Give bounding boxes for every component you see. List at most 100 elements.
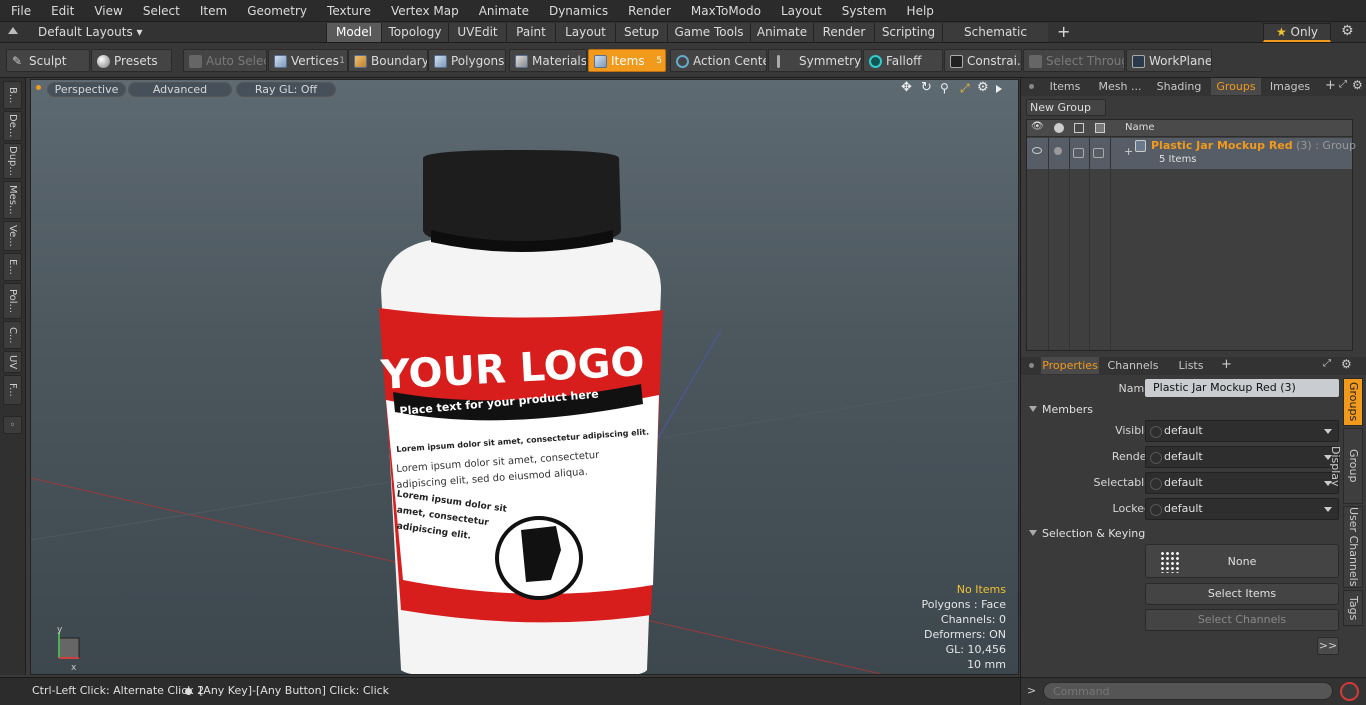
- menu-geometry[interactable]: Geometry: [236, 4, 316, 18]
- 3d-viewport[interactable]: Perspective Advanced Ray GL: Off ✥ ↻ ⚲ ⤢…: [30, 79, 1019, 675]
- vertices-button[interactable]: Vertices 1: [268, 49, 348, 72]
- menu-system[interactable]: System: [831, 4, 896, 18]
- left-tab-duplicate[interactable]: Dup...: [3, 143, 22, 179]
- select-through-button[interactable]: Select Through: [1023, 49, 1125, 72]
- tab-layout[interactable]: Layout: [555, 23, 615, 42]
- tab-groups[interactable]: Groups: [1211, 78, 1261, 95]
- left-tab-vertex[interactable]: Ve...: [3, 221, 22, 251]
- select-channels-button[interactable]: Select Channels: [1145, 609, 1339, 631]
- falloff-button[interactable]: Falloff: [863, 49, 943, 72]
- panel-menu-dot[interactable]: [1029, 84, 1034, 89]
- tab-render[interactable]: Render: [813, 23, 874, 42]
- workplane-button[interactable]: WorkPlane: [1126, 49, 1212, 72]
- side-tab-groups[interactable]: Groups: [1343, 378, 1363, 426]
- workplane-icon: [1132, 55, 1145, 68]
- symmetry-button[interactable]: Symmetry: [768, 49, 862, 72]
- expand-plus-icon[interactable]: +: [1124, 145, 1133, 158]
- menu-layout[interactable]: Layout: [770, 4, 831, 18]
- tab-uvedit[interactable]: UVEdit: [448, 23, 506, 42]
- menu-vertex-map[interactable]: Vertex Map: [380, 4, 468, 18]
- constraints-button[interactable]: Constrai...: [944, 49, 1022, 72]
- tab-model[interactable]: Model: [326, 23, 381, 42]
- tab-setup[interactable]: Setup: [615, 23, 667, 42]
- new-group-button[interactable]: New Group: [1026, 99, 1106, 116]
- tab-game-tools[interactable]: Game Tools: [667, 23, 750, 42]
- side-tab-group-display[interactable]: Group Display: [1329, 428, 1363, 504]
- expand-icon[interactable]: ⤢: [1339, 79, 1347, 90]
- polygons-button[interactable]: Polygons: [428, 49, 506, 72]
- record-icon[interactable]: [1340, 682, 1359, 701]
- more-button[interactable]: >>: [1317, 637, 1339, 655]
- tab-lists[interactable]: Lists: [1171, 357, 1211, 374]
- gear-icon[interactable]: ⚙: [1341, 23, 1354, 39]
- tab-schematic-fusion[interactable]: Schematic Fusion: [942, 23, 1048, 58]
- name-field[interactable]: Plastic Jar Mockup Red (3): [1145, 379, 1339, 397]
- left-tab-expand[interactable]: ◦: [3, 416, 22, 434]
- menu-maxtomodo[interactable]: MaxToModo: [680, 4, 770, 18]
- only-toggle[interactable]: ★ Only: [1263, 23, 1331, 42]
- left-tab-fusion[interactable]: F...: [3, 375, 22, 405]
- vertices-icon: [274, 55, 287, 68]
- left-tab-deform[interactable]: De...: [3, 111, 22, 141]
- none-button[interactable]: None: [1145, 544, 1339, 578]
- presets-button[interactable]: Presets: [91, 49, 172, 72]
- left-tab-polygon[interactable]: Pol...: [3, 283, 22, 319]
- row-select-checkbox[interactable]: [1093, 148, 1104, 158]
- boundary-button[interactable]: Boundary: [348, 49, 428, 72]
- menu-texture[interactable]: Texture: [316, 4, 380, 18]
- menu-animate[interactable]: Animate: [468, 4, 538, 18]
- layout-menu-icon[interactable]: [8, 27, 18, 34]
- render-dropdown[interactable]: default: [1145, 446, 1339, 468]
- expand-icon[interactable]: ⤢: [1323, 358, 1331, 369]
- side-tab-user-channels[interactable]: User Channels: [1343, 506, 1363, 588]
- locked-dropdown[interactable]: default: [1145, 498, 1339, 520]
- add-tab-icon[interactable]: +: [1325, 78, 1336, 93]
- selectable-dropdown[interactable]: default: [1145, 472, 1339, 494]
- panel-gear-icon[interactable]: ⚙: [1352, 78, 1363, 92]
- command-input[interactable]: [1043, 682, 1333, 700]
- tab-items[interactable]: Items: [1043, 78, 1087, 95]
- sculpt-button[interactable]: ✎ Sculpt: [6, 49, 90, 72]
- side-tab-tags[interactable]: Tags: [1343, 590, 1363, 626]
- select-items-button[interactable]: Select Items: [1145, 583, 1339, 605]
- selection-keying-section[interactable]: Selection & Keying: [1029, 527, 1145, 540]
- left-tab-basic[interactable]: B...: [3, 81, 22, 109]
- tab-images[interactable]: Images: [1267, 78, 1313, 95]
- add-tab-icon[interactable]: +: [1221, 357, 1232, 372]
- menu-select[interactable]: Select: [132, 4, 189, 18]
- materials-button[interactable]: Materials: [509, 49, 587, 72]
- items-button[interactable]: Items 5: [588, 49, 666, 72]
- tab-scripting[interactable]: Scripting: [874, 23, 942, 42]
- group-row[interactable]: + Plastic Jar Mockup Red (3) : Group 5 I…: [1027, 138, 1356, 169]
- row-eye-icon[interactable]: [1032, 147, 1042, 154]
- left-tab-uv[interactable]: UV: [3, 351, 22, 373]
- panel-gear-icon[interactable]: ⚙: [1341, 357, 1352, 371]
- menu-help[interactable]: Help: [896, 4, 943, 18]
- tab-shading[interactable]: Shading: [1151, 78, 1207, 95]
- left-tab-edge[interactable]: E...: [3, 253, 22, 281]
- action-center-button[interactable]: Action Center: [670, 49, 767, 72]
- menu-render[interactable]: Render: [617, 4, 680, 18]
- menu-view[interactable]: View: [83, 4, 131, 18]
- panel-menu-dot[interactable]: [1029, 363, 1034, 368]
- tab-channels[interactable]: Channels: [1105, 357, 1161, 374]
- visible-dropdown[interactable]: default: [1145, 420, 1339, 442]
- tab-mesh[interactable]: Mesh ...: [1093, 78, 1147, 95]
- tab-animate[interactable]: Animate: [750, 23, 813, 42]
- left-tab-curve[interactable]: C...: [3, 321, 22, 349]
- members-section[interactable]: Members: [1029, 403, 1093, 416]
- menu-item[interactable]: Item: [189, 4, 236, 18]
- row-render-icon[interactable]: [1054, 147, 1062, 155]
- menu-edit[interactable]: Edit: [40, 4, 83, 18]
- menu-dynamics[interactable]: Dynamics: [538, 4, 617, 18]
- row-lock-checkbox[interactable]: [1073, 148, 1084, 158]
- tab-paint[interactable]: Paint: [506, 23, 555, 42]
- layout-selector[interactable]: Default Layouts ▾: [38, 25, 143, 39]
- left-tab-mesh-edit[interactable]: Mes...: [3, 181, 22, 219]
- tab-topology[interactable]: Topology: [381, 23, 448, 42]
- auto-select-button[interactable]: Auto Select: [183, 49, 267, 72]
- status-dot-icon: [185, 688, 192, 695]
- menu-file[interactable]: File: [0, 4, 40, 18]
- tab-properties[interactable]: Properties: [1041, 357, 1099, 374]
- add-tab-icon[interactable]: +: [1057, 22, 1070, 41]
